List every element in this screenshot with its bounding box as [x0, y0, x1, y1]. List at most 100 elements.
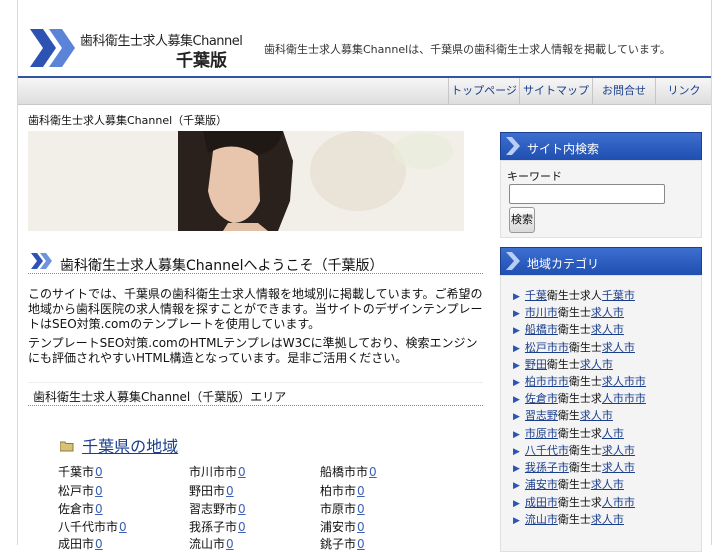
triangle-bullet-icon: ▶ — [513, 378, 520, 388]
area-count: 0 — [238, 520, 246, 534]
site-logo-subtitle: 千葉版 — [176, 51, 227, 71]
nav-item-contact[interactable]: お問合せ — [592, 78, 655, 104]
main-heading: 歯科衛生士求人募集Channelへようこそ（千葉版） — [28, 251, 483, 274]
area-name: 松戸市 — [58, 484, 95, 498]
area-count: 0 — [357, 520, 365, 534]
category-item[interactable]: ▶ 市川市衛生士求人市 — [513, 304, 624, 320]
area-count: 0 — [238, 465, 246, 479]
area-item[interactable]: 我孫子市0 — [189, 518, 246, 535]
template-paragraph: テンプレートSEO対策.comのHTMLテンプレはW3Cに準拠しており、検索エン… — [28, 336, 478, 365]
chevron-right-icon — [506, 252, 520, 270]
area-name: 八千代市市 — [58, 520, 119, 534]
triangle-bullet-icon: ▶ — [513, 309, 520, 319]
search-input[interactable] — [509, 184, 665, 204]
page: 歯科衛生士求人募集Channel 千葉版 歯科衛生士求人募集Channelは、千… — [17, 0, 712, 552]
folder-icon — [59, 441, 74, 452]
area-item[interactable]: 千葉市0 — [58, 463, 103, 480]
area-name: 流山市 — [189, 537, 226, 551]
area-count: 0 — [95, 502, 103, 516]
area-item[interactable]: 船橋市市0 — [320, 463, 377, 480]
area-item[interactable]: 成田市0 — [58, 535, 103, 552]
category-item[interactable]: ▶ 佐倉市衛生士求人市市市 — [513, 390, 646, 406]
category-panel-title: 地域カテゴリ — [527, 257, 600, 271]
area-item[interactable]: 野田市0 — [189, 482, 234, 499]
area-name: 野田市 — [189, 484, 226, 498]
triangle-bullet-icon: ▶ — [513, 464, 520, 474]
nav-item-sitemap[interactable]: サイトマップ — [519, 78, 592, 104]
category-item[interactable]: ▶ 船橋市衛生士求人市 — [513, 321, 624, 337]
area-count: 0 — [369, 465, 377, 479]
area-count: 0 — [226, 484, 234, 498]
hero-image — [28, 131, 464, 231]
triangle-bullet-icon: ▶ — [513, 516, 520, 526]
area-name: 佐倉市 — [58, 502, 95, 516]
breadcrumb: 歯科衛生士求人募集Channel（千葉版） — [28, 114, 228, 127]
triangle-bullet-icon: ▶ — [513, 412, 520, 422]
area-name: 我孫子市 — [189, 520, 238, 534]
triangle-bullet-icon: ▶ — [513, 361, 520, 371]
site-header: 歯科衛生士求人募集Channel 千葉版 歯科衛生士求人募集Channelは、千… — [18, 0, 711, 78]
category-item[interactable]: ▶ 松戸市市衛生士求人市 — [513, 339, 635, 355]
category-item[interactable]: ▶ 市原市衛生士求人市 — [513, 425, 624, 441]
area-name: 市原市 — [320, 502, 357, 516]
header-tagline: 歯科衛生士求人募集Channelは、千葉県の歯科衛生士求人情報を掲載しています。 — [264, 43, 671, 56]
area-heading-text: 歯科衛生士求人募集Channel（千葉版）エリア — [33, 390, 287, 404]
area-count: 0 — [357, 484, 365, 498]
category-item[interactable]: ▶ 柏市市市衛生士求人市市 — [513, 373, 646, 389]
category-item[interactable]: ▶ 浦安市衛生士求人市 — [513, 476, 624, 492]
category-item[interactable]: ▶ 流山市衛生士求人市 — [513, 511, 624, 527]
area-item[interactable]: 市川市市0 — [189, 463, 246, 480]
area-name: 柏市市 — [320, 484, 357, 498]
triangle-bullet-icon: ▶ — [513, 326, 520, 336]
area-name: 船橋市市 — [320, 465, 369, 479]
category-item[interactable]: ▶ 習志野衛生求人市 — [513, 407, 613, 423]
category-item[interactable]: ▶ 野田衛生士求人市 — [513, 356, 613, 372]
area-name: 千葉市 — [58, 465, 95, 479]
global-nav: トップページ サイトマップ お問合せ リンク — [18, 78, 711, 105]
area-item[interactable]: 佐倉市0 — [58, 500, 103, 517]
category-item[interactable]: ▶ 千葉衛生士求人千葉市 — [513, 287, 635, 303]
area-name: 成田市 — [58, 537, 95, 551]
area-item[interactable]: 習志野市0 — [189, 500, 246, 517]
triangle-bullet-icon: ▶ — [513, 481, 520, 491]
chevron-logo-icon — [30, 29, 75, 67]
area-item[interactable]: 浦安市0 — [320, 518, 365, 535]
area-count: 0 — [238, 502, 246, 516]
area-name: 習志野市 — [189, 502, 238, 516]
woman-portrait-image — [28, 131, 464, 231]
triangle-bullet-icon: ▶ — [513, 344, 520, 354]
category-item[interactable]: ▶ 成田市衛生士求人市市 — [513, 494, 635, 510]
search-button[interactable]: 検索 — [509, 207, 535, 233]
area-count: 0 — [119, 520, 127, 534]
double-chevron-icon — [31, 253, 52, 269]
triangle-bullet-icon: ▶ — [513, 395, 520, 405]
area-count: 0 — [357, 502, 365, 516]
triangle-bullet-icon: ▶ — [513, 499, 520, 509]
area-count: 0 — [95, 537, 103, 551]
area-item[interactable]: 松戸市0 — [58, 482, 103, 499]
area-count: 0 — [95, 484, 103, 498]
area-item[interactable]: 八千代市市0 — [58, 518, 127, 535]
area-name: 浦安市 — [320, 520, 357, 534]
triangle-bullet-icon: ▶ — [513, 447, 520, 457]
search-panel-header: サイト内検索 — [500, 132, 702, 161]
area-item[interactable]: 銚子市0 — [320, 535, 365, 552]
region-section-link[interactable]: 千葉県の地域 — [82, 437, 178, 456]
region-section-heading: 千葉県の地域 — [59, 433, 178, 457]
area-item[interactable]: 市原市0 — [320, 500, 365, 517]
area-count: 0 — [226, 537, 234, 551]
area-name: 銚子市 — [320, 537, 357, 551]
area-name: 市川市市 — [189, 465, 238, 479]
category-item[interactable]: ▶ 八千代市衛生士求人市 — [513, 442, 635, 458]
area-heading: 歯科衛生士求人募集Channel（千葉版）エリア — [28, 382, 483, 406]
category-panel-header: 地域カテゴリ — [500, 247, 702, 276]
nav-item-top[interactable]: トップページ — [448, 78, 519, 104]
search-panel-title: サイト内検索 — [527, 142, 600, 156]
category-item[interactable]: ▶ 我孫子市衛生士求人市 — [513, 459, 635, 475]
intro-paragraph: このサイトでは、千葉県の歯科衛生士求人情報を地域別に掲載しています。ご希望の地域… — [28, 287, 483, 331]
chevron-right-icon — [506, 137, 520, 155]
area-item[interactable]: 柏市市0 — [320, 482, 365, 499]
search-label: キーワード — [507, 170, 562, 183]
area-item[interactable]: 流山市0 — [189, 535, 234, 552]
nav-item-links[interactable]: リンク — [655, 78, 712, 104]
